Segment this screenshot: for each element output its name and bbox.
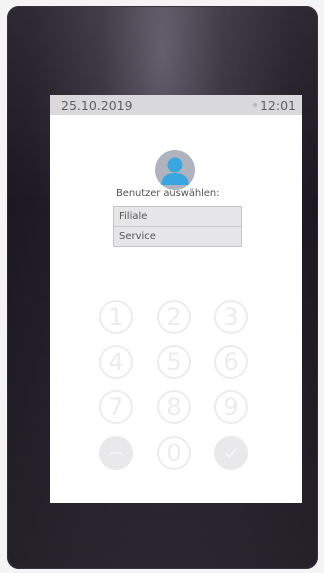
key-1[interactable]: 1 <box>99 300 133 334</box>
checkmark-icon <box>224 448 238 458</box>
key-4[interactable]: 4 <box>99 345 133 379</box>
status-date: 25.10.2019 <box>61 97 133 113</box>
user-icon <box>155 150 195 190</box>
key-8[interactable]: 8 <box>157 390 191 424</box>
keypad: 1 2 3 4 5 6 7 8 9 0 <box>99 300 255 480</box>
user-option-filiale[interactable]: Filiale <box>114 207 241 227</box>
status-indicator-icon <box>252 103 257 107</box>
user-option-service[interactable]: Service <box>114 227 241 246</box>
key-0[interactable]: 0 <box>157 436 191 470</box>
status-time: 12:01 <box>259 97 296 113</box>
confirm-button[interactable] <box>214 436 248 470</box>
status-bar: 25.10.2019 12:01 <box>50 95 302 115</box>
user-select-label: Benutzer auswählen: <box>116 188 220 199</box>
user-list: Filiale Service <box>113 206 242 247</box>
device-frame: 25.10.2019 12:01 Benutzer auswählen: Fil… <box>7 6 318 569</box>
cancel-button[interactable] <box>99 436 133 470</box>
key-9[interactable]: 9 <box>214 390 248 424</box>
key-5[interactable]: 5 <box>157 345 191 379</box>
key-6[interactable]: 6 <box>214 345 248 379</box>
key-2[interactable]: 2 <box>157 300 191 334</box>
status-time-group: 12:01 <box>252 97 296 113</box>
key-3[interactable]: 3 <box>214 300 248 334</box>
key-7[interactable]: 7 <box>99 390 133 424</box>
screen: 25.10.2019 12:01 Benutzer auswählen: Fil… <box>50 95 302 503</box>
cancel-icon <box>109 452 123 454</box>
